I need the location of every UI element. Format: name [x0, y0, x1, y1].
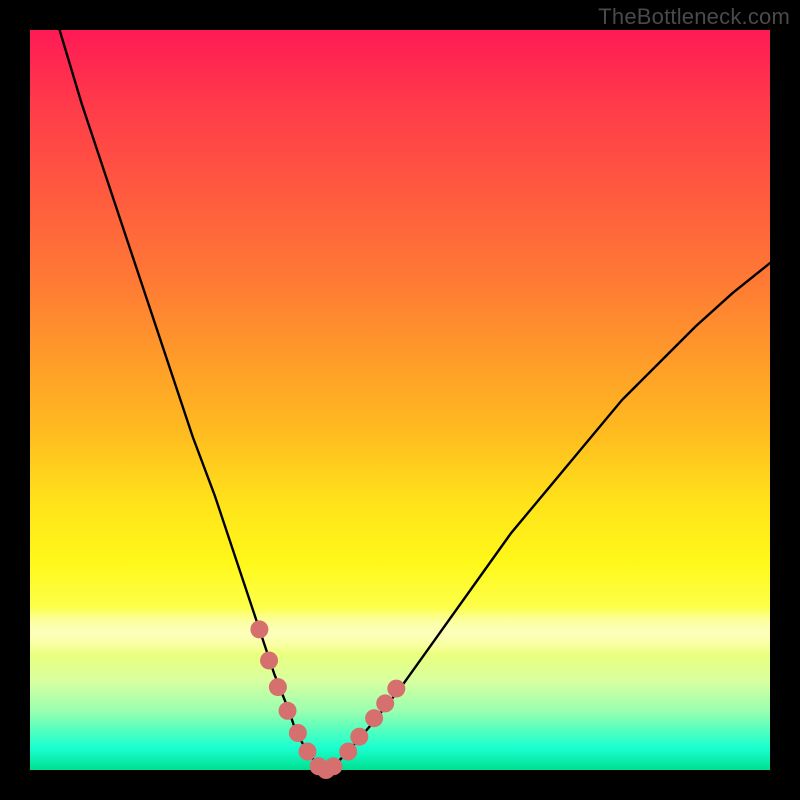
highlight-dot: [260, 651, 278, 669]
highlight-dot: [250, 620, 268, 638]
highlight-dot: [365, 709, 383, 727]
outer-frame: TheBottleneck.com: [0, 0, 800, 800]
bottleneck-curve: [60, 30, 770, 770]
highlight-dot: [269, 678, 287, 696]
highlight-dot: [376, 694, 394, 712]
highlight-dot: [324, 757, 342, 775]
highlight-dot: [279, 702, 297, 720]
highlight-dot: [350, 728, 368, 746]
plot-area: [30, 30, 770, 770]
highlight-dots: [250, 620, 405, 779]
highlight-dot: [299, 743, 317, 761]
curve-svg: [30, 30, 770, 770]
highlight-dot: [289, 724, 307, 742]
highlight-dot: [387, 680, 405, 698]
watermark-text: TheBottleneck.com: [598, 4, 790, 30]
highlight-dot: [339, 743, 357, 761]
